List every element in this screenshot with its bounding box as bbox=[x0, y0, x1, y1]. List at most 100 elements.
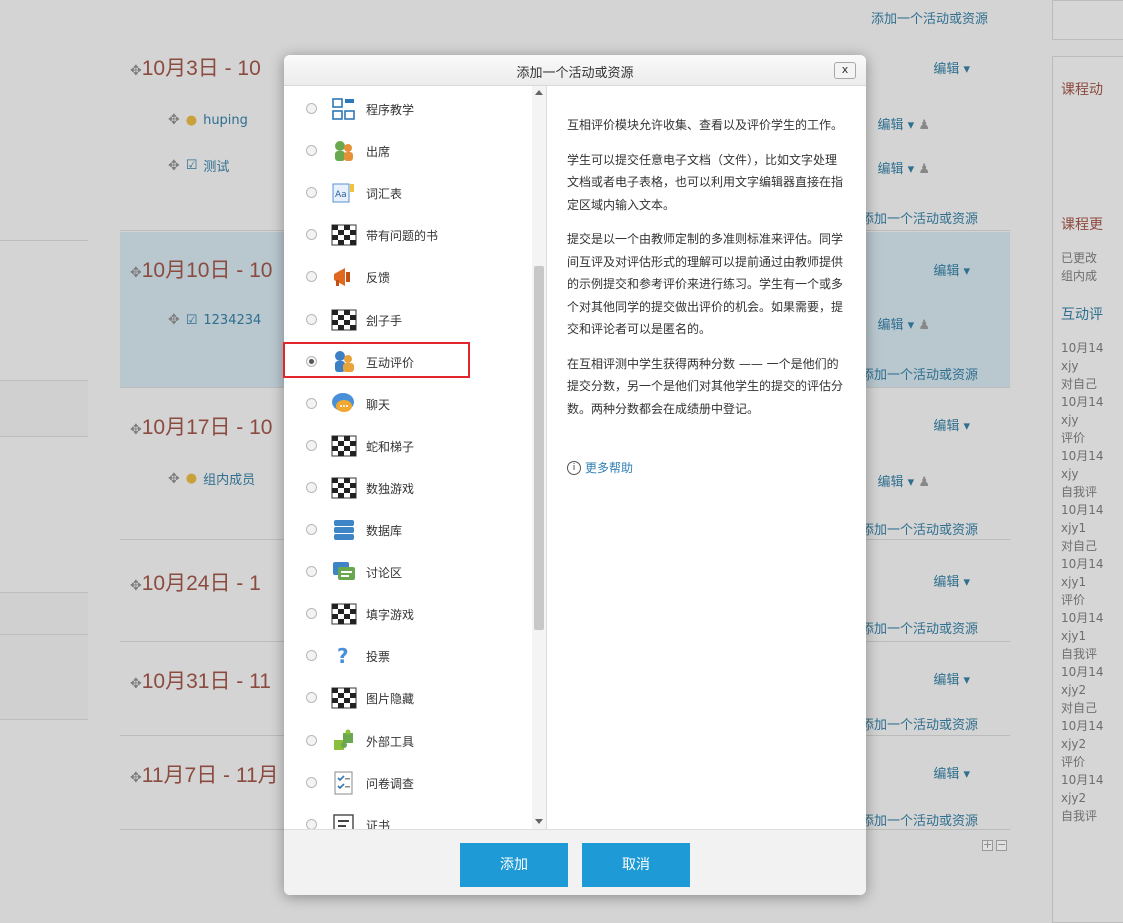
option-radio[interactable] bbox=[306, 313, 317, 325]
more-help-link[interactable]: i 更多帮助 bbox=[567, 459, 633, 476]
option-radio[interactable] bbox=[306, 439, 317, 451]
workshop-icon: ● bbox=[185, 471, 198, 486]
block-title: 课程动 bbox=[1061, 82, 1103, 98]
option-label: 数据库 bbox=[366, 524, 403, 538]
collapse-all-icon[interactable]: − bbox=[996, 839, 1007, 851]
update-link[interactable]: 互动评 bbox=[1061, 304, 1103, 324]
log-entry: xjy bbox=[1061, 359, 1079, 373]
cancel-button[interactable]: 取消 bbox=[582, 843, 690, 887]
expand-all-icon[interactable]: + bbox=[982, 839, 993, 851]
activity-option[interactable]: 讨论区 bbox=[284, 551, 529, 593]
log-entry: 对自己 bbox=[1061, 701, 1098, 715]
activity-description: 互相评价模块允许收集、查看以及评价学生的工作。 学生可以提交任意电子文档（文件）… bbox=[567, 118, 844, 416]
log-entry: xjy2 bbox=[1061, 791, 1087, 805]
activity-option[interactable]: 蛇和梯子 bbox=[284, 425, 529, 467]
option-label: 出席 bbox=[366, 145, 391, 160]
activity-options-list: 程序教学出席 Aa 词汇表 带有问题的书 反馈 刽子手 互动评价 聊天蛇和梯子数独游戏数据库讨… bbox=[284, 86, 546, 829]
option-label: 讨论区 bbox=[366, 566, 403, 581]
option-radio[interactable] bbox=[306, 776, 317, 788]
database-icon bbox=[331, 517, 357, 543]
option-radio[interactable] bbox=[306, 608, 317, 620]
activity-option[interactable]: 出席 bbox=[284, 130, 529, 172]
add-activity-link[interactable]: 添加一个活动或资源 bbox=[861, 618, 978, 637]
activity-option[interactable]: 外部工具 bbox=[284, 720, 529, 762]
scroll-thumb[interactable] bbox=[534, 266, 544, 630]
section-edit-link[interactable]: 编辑 ▾ bbox=[933, 58, 970, 77]
log-entry: 10月14 bbox=[1061, 449, 1104, 463]
close-button[interactable]: x bbox=[834, 62, 856, 79]
scroll-up-arrow-icon[interactable] bbox=[535, 90, 543, 95]
add-activity-link[interactable]: 添加一个活动或资源 bbox=[861, 208, 978, 227]
option-radio[interactable] bbox=[306, 692, 317, 704]
log-entry: 评价 bbox=[1061, 755, 1086, 769]
option-radio[interactable] bbox=[306, 818, 317, 829]
activity-option[interactable]: 数据库 bbox=[284, 509, 529, 551]
add-activity-link[interactable]: 添加一个活动或资源 bbox=[861, 519, 978, 538]
option-radio[interactable] bbox=[306, 524, 317, 535]
section-title[interactable]: ✥10月31日 - 11 bbox=[130, 665, 271, 695]
activity-edit-link[interactable]: 编辑 ▾ ♟ bbox=[878, 471, 930, 490]
activity-item[interactable]: ✥ ● huping bbox=[168, 112, 248, 128]
section-edit-link[interactable]: 编辑 ▾ bbox=[933, 669, 970, 688]
option-radio[interactable] bbox=[306, 566, 317, 578]
options-scrollbar[interactable] bbox=[532, 86, 546, 829]
attendance-icon bbox=[331, 138, 357, 164]
activity-option[interactable]: 聊天 bbox=[284, 383, 529, 425]
activity-option[interactable]: 填字游戏 bbox=[284, 593, 529, 635]
add-button[interactable]: 添加 bbox=[460, 843, 568, 887]
add-activity-link[interactable]: 添加一个活动或资源 bbox=[861, 810, 978, 829]
option-radio[interactable] bbox=[306, 397, 317, 409]
log-entry: xjy1 bbox=[1061, 521, 1087, 535]
section-edit-link[interactable]: 编辑 ▾ bbox=[933, 571, 970, 590]
option-radio[interactable] bbox=[306, 734, 317, 746]
section-title[interactable]: ✥10月10日 - 10 bbox=[130, 254, 272, 284]
option-radio[interactable] bbox=[306, 229, 317, 241]
activity-item[interactable]: ✥ ☑ 测试 bbox=[168, 156, 229, 176]
section-edit-link[interactable]: 编辑 ▾ bbox=[933, 763, 970, 782]
section-edit-link[interactable]: 编辑 ▾ bbox=[933, 260, 970, 279]
section-title[interactable]: ✥10月24日 - 1 bbox=[130, 567, 261, 597]
activity-option[interactable]: 证书 bbox=[284, 804, 529, 829]
activity-edit-link[interactable]: 编辑 ▾ ♟ bbox=[878, 314, 930, 333]
activity-option[interactable]: 数独游戏 bbox=[284, 467, 529, 509]
section-title[interactable]: ✥10月17日 - 10 bbox=[130, 411, 272, 441]
log-entry: xjy1 bbox=[1061, 575, 1087, 589]
section-title[interactable]: ✥10月3日 - 10 bbox=[130, 52, 261, 82]
add-activity-link[interactable]: 添加一个活动或资源 bbox=[861, 714, 978, 733]
scroll-down-arrow-icon[interactable] bbox=[535, 819, 543, 824]
add-activity-link[interactable]: 添加一个活动或资源 bbox=[871, 8, 988, 27]
activity-option[interactable]: 刽子手 bbox=[284, 299, 529, 341]
activity-edit-link[interactable]: 编辑 ▾ ♟ bbox=[878, 158, 930, 177]
log-entry: 10月14 bbox=[1061, 557, 1104, 571]
activity-option[interactable]: Aa 词汇表 bbox=[284, 172, 529, 214]
log-entry: xjy2 bbox=[1061, 683, 1087, 697]
activity-option[interactable]: 程序教学 bbox=[284, 88, 529, 130]
section-edit-link[interactable]: 编辑 ▾ bbox=[933, 415, 970, 434]
section-title[interactable]: ✥11月7日 - 11月 bbox=[130, 759, 279, 789]
option-radio[interactable] bbox=[306, 145, 317, 157]
activity-option[interactable]: ? 投票 bbox=[284, 635, 529, 677]
block-title: 课程更 bbox=[1061, 217, 1103, 233]
log-entry: 10月14 bbox=[1061, 341, 1104, 355]
option-radio[interactable] bbox=[306, 103, 317, 114]
activity-item[interactable]: ✥ ☑ 1234234 bbox=[168, 312, 261, 328]
add-activity-link[interactable]: 添加一个活动或资源 bbox=[861, 364, 978, 383]
info-icon: i bbox=[567, 460, 581, 475]
activity-option[interactable]: 带有问题的书 bbox=[284, 214, 529, 256]
activity-edit-link[interactable]: 编辑 ▾ ♟ bbox=[878, 114, 930, 133]
activity-item[interactable]: ✥ ● 组内成员 bbox=[168, 469, 255, 489]
option-radio[interactable] bbox=[306, 187, 317, 199]
log-entry: 自我评 bbox=[1061, 809, 1098, 823]
option-label: 投票 bbox=[366, 650, 391, 665]
activity-option[interactable]: 问卷调查 bbox=[284, 762, 529, 804]
log-entry: 10月14 bbox=[1061, 611, 1104, 625]
activity-option[interactable]: 反馈 bbox=[284, 256, 529, 298]
checker-icon bbox=[331, 601, 357, 627]
option-radio[interactable] bbox=[306, 271, 317, 283]
activity-option[interactable]: 互动评价 bbox=[284, 340, 529, 383]
option-label: 蛇和梯子 bbox=[366, 439, 415, 454]
option-radio[interactable] bbox=[306, 355, 317, 367]
activity-option[interactable]: 图片隐藏 bbox=[284, 677, 529, 719]
option-radio[interactable] bbox=[306, 481, 317, 493]
option-radio[interactable] bbox=[306, 650, 317, 662]
